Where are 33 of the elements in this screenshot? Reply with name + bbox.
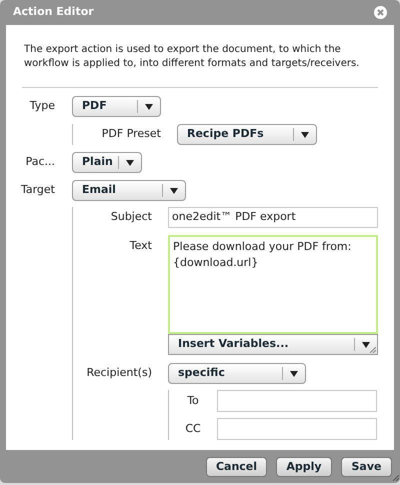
- dropdown[interactable]: Plain: [72, 152, 142, 173]
- field-label: CC: [184, 420, 202, 437]
- message-field[interactable]: Please download your PDF from: {download.url}: [168, 235, 378, 334]
- field-label: PDF Preset: [100, 126, 161, 142]
- caret-icon: [290, 370, 298, 376]
- caret-icon: [362, 342, 370, 348]
- caret-icon: [301, 132, 309, 138]
- field-label: Text: [128, 238, 152, 254]
- dialog-button[interactable]: Apply: [276, 457, 332, 477]
- description-text: The export action is used to export the document, to which the workflow is applied to, into different formats and targets/receivers.: [24, 43, 360, 71]
- dialog-button[interactable]: Save: [341, 457, 392, 477]
- field-label: Pac...: [24, 154, 55, 170]
- resize-grip-icon[interactable]: [393, 475, 399, 481]
- subject-field[interactable]: one2edit™ PDF export: [168, 207, 378, 228]
- field-label: Recipient(s): [86, 365, 152, 382]
- field-label: Subject: [110, 209, 152, 226]
- resize-grip-icon[interactable]: [370, 347, 376, 353]
- dropdown[interactable]: PDF: [72, 96, 161, 117]
- dropdown[interactable]: Insert Variables...: [168, 334, 378, 355]
- field-label: Type: [28, 98, 55, 114]
- close-icon[interactable]: [374, 6, 387, 19]
- window-title: Action Editor: [13, 4, 94, 20]
- caret-icon: [170, 188, 178, 194]
- input-field[interactable]: [217, 418, 377, 440]
- input-field[interactable]: [217, 390, 377, 412]
- caret-icon: [145, 104, 153, 110]
- dropdown[interactable]: Recipe PDFs: [177, 124, 317, 145]
- dropdown[interactable]: Email: [72, 180, 186, 201]
- field-label: Target: [20, 182, 55, 198]
- caret-icon: [126, 160, 134, 166]
- dialog-button[interactable]: Cancel: [206, 457, 267, 477]
- dropdown[interactable]: specific: [168, 363, 306, 384]
- field-label: To: [186, 392, 200, 409]
